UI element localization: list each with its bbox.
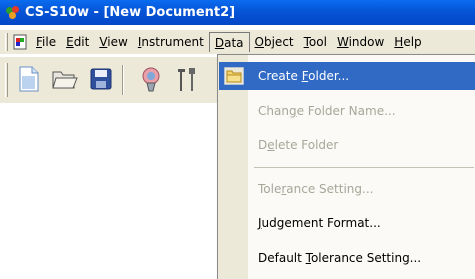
menu-separator (254, 167, 474, 168)
menu-file-label: ile (42, 35, 57, 49)
menu-help[interactable]: Help (389, 32, 426, 52)
tolerance-setting-item: Tolerance Setting... (219, 175, 475, 203)
menu-data[interactable]: Data (208, 32, 250, 52)
new-document-icon (18, 66, 40, 95)
menu-edit[interactable]: Edit (61, 32, 94, 52)
menu-view[interactable]: View (94, 32, 132, 52)
tools-button[interactable] (172, 64, 202, 96)
app-icon (6, 5, 20, 20)
create-folder-label: Create (258, 69, 302, 83)
menu-tool-label: ool (308, 35, 327, 49)
delete-folder-label: D (258, 138, 268, 152)
menu-object[interactable]: Object (250, 32, 299, 52)
menu-data-label: ata (224, 36, 244, 50)
instrument-button[interactable] (136, 64, 166, 96)
title-bar[interactable]: CS-S10w - [New Document2] (0, 0, 475, 25)
open-folder-icon (52, 68, 78, 93)
menu-help-mnemonic: H (394, 35, 404, 49)
menu-tool[interactable]: Tool (299, 32, 332, 52)
create-folder-label-end: older... (308, 69, 350, 83)
menu-instrument-label: nstrument (141, 35, 204, 49)
create-folder-item[interactable]: Create Folder... (219, 62, 475, 90)
toolbar-grip[interactable] (5, 63, 8, 97)
default-tolerance-setting-label: Default (258, 251, 306, 265)
menu-view-label: iew (107, 35, 128, 49)
delete-folder-item: Delete Folder (219, 131, 475, 159)
instrument-icon (138, 66, 164, 95)
save-button[interactable] (86, 64, 116, 96)
open-button[interactable] (50, 64, 80, 96)
menu-object-label: bject (263, 35, 294, 49)
change-folder-name-item: Change Folder Name... (219, 97, 475, 125)
change-folder-name-mnemonic: g (288, 104, 297, 118)
menu-file[interactable]: File (31, 32, 61, 52)
default-tolerance-setting-label-end: olerance Setting... (310, 251, 422, 265)
tolerance-setting-label: Tole (258, 182, 282, 196)
menu-instrument[interactable]: Instrument (133, 32, 209, 52)
window-title: CS-S10w - [New Document2] (25, 5, 236, 20)
menu-object-mnemonic: O (254, 35, 264, 49)
menu-edit-mnemonic: E (66, 35, 74, 49)
change-folder-name-label: Chan (258, 104, 289, 118)
menu-window[interactable]: Window (332, 32, 389, 52)
data-menu-dropdown: Create Folder... Change Folder Name... D… (217, 54, 475, 279)
menu-window-label: indow (348, 35, 385, 49)
delete-folder-label-end: lete Folder (274, 138, 339, 152)
tools-icon (175, 66, 199, 95)
folder-icon (223, 66, 245, 86)
menu-data-mnemonic: D (214, 36, 225, 50)
judgement-format-label-end: udgement Format... (261, 216, 381, 230)
menu-bar: File Edit View Instrument Data Object To… (0, 30, 475, 54)
tolerance-setting-label-end: ance Setting... (286, 182, 374, 196)
default-tolerance-setting-item[interactable]: Default Tolerance Setting... (219, 244, 475, 272)
menu-help-label: elp (403, 35, 422, 49)
new-document-button[interactable] (14, 64, 44, 96)
toolbar-separator (122, 65, 124, 95)
save-disk-icon (90, 68, 112, 93)
menu-edit-label: dit (73, 35, 90, 49)
document-menu-icon[interactable] (12, 34, 28, 50)
menubar-grip[interactable] (5, 33, 8, 51)
change-folder-name-label-end: e Folder Name... (296, 104, 396, 118)
judgement-format-item[interactable]: Judgement Format... (219, 209, 475, 237)
menu-window-mnemonic: W (336, 35, 349, 49)
delete-folder-mnemonic: e (267, 138, 275, 152)
